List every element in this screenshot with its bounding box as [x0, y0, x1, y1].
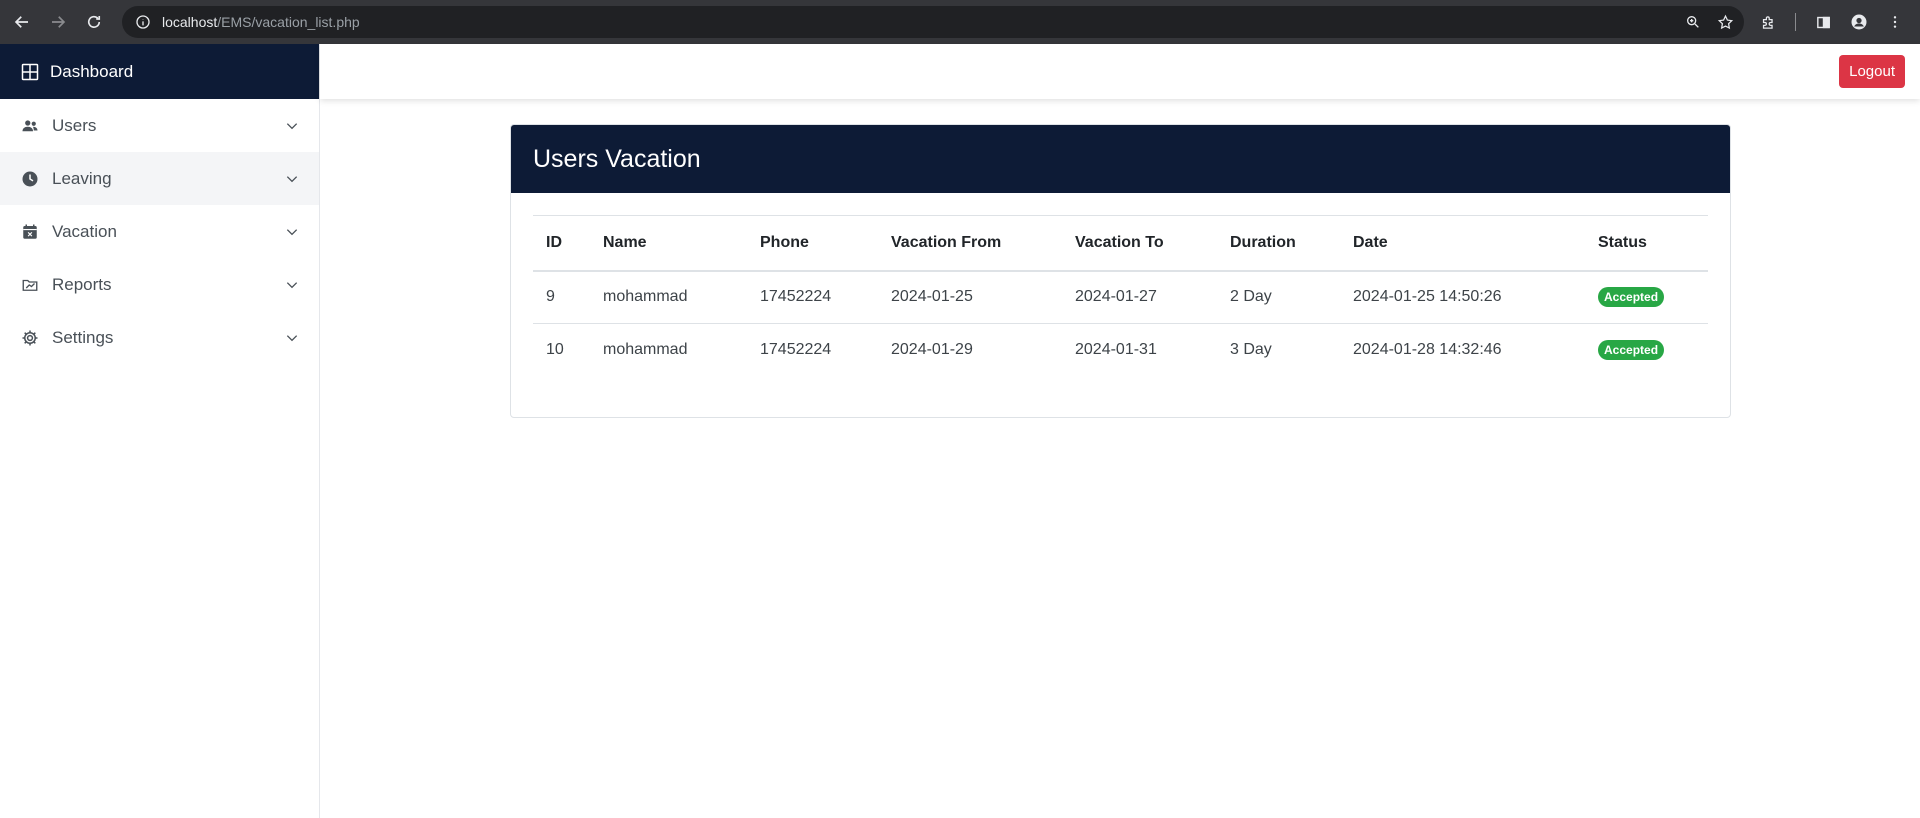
back-button[interactable] — [4, 4, 40, 40]
address-bar[interactable]: localhost/EMS/vacation_list.php — [122, 6, 1744, 38]
browser-menu-icon[interactable] — [1886, 13, 1904, 31]
cell-name: mohammad — [603, 341, 688, 359]
reload-button[interactable] — [76, 4, 112, 40]
sidebar-brand-dashboard[interactable]: Dashboard — [0, 44, 319, 99]
cell-duration: 2 Day — [1217, 270, 1340, 324]
calendar-icon — [20, 222, 40, 242]
column-header-phone: Phone — [747, 215, 878, 272]
users-icon — [20, 116, 40, 136]
dashboard-grid-icon — [20, 62, 40, 82]
extensions-icon[interactable] — [1759, 13, 1777, 31]
column-header-status: Status — [1585, 215, 1708, 272]
sidebar-item-vacation[interactable]: Vacation — [0, 205, 319, 258]
cell-duration: 3 Day — [1230, 341, 1272, 359]
reports-icon — [20, 275, 40, 295]
cell-date: 2024-01-25 14:50:26 — [1340, 270, 1585, 324]
sidebar-item-label: Reports — [52, 274, 112, 294]
url-host: localhost — [162, 14, 218, 30]
chevron-down-icon — [285, 225, 299, 239]
column-header-date: Date — [1340, 215, 1585, 272]
column-header-vacation-to: Vacation To — [1062, 215, 1217, 272]
forward-button[interactable] — [40, 4, 76, 40]
sidebar: Dashboard Users Leaving Vacation Reports… — [0, 44, 320, 818]
table-header-row: ID Name Phone Vacation From Vacation To … — [533, 215, 1708, 272]
clock-icon — [20, 169, 40, 189]
column-header-duration: Duration — [1217, 215, 1340, 272]
sidebar-item-label: Vacation — [52, 221, 117, 241]
cell-vacation-to: 2024-01-27 — [1062, 270, 1217, 324]
sidebar-item-label: Settings — [52, 327, 114, 347]
cell-status: Accepted — [1585, 270, 1708, 324]
chevron-down-icon — [285, 172, 299, 186]
sidebar-item-users[interactable]: Users — [0, 99, 319, 152]
bookmark-star-icon[interactable] — [1716, 13, 1734, 31]
cell-name: mohammad — [590, 270, 747, 324]
logout-button[interactable]: Logout — [1839, 55, 1905, 88]
profile-icon[interactable] — [1850, 13, 1868, 31]
side-panel-icon[interactable] — [1814, 13, 1832, 31]
column-header-id: ID — [533, 215, 590, 272]
url-path: /EMS/vacation_list.php — [217, 14, 360, 30]
cell-phone: 17452224 — [760, 341, 832, 359]
zoom-icon[interactable] — [1684, 13, 1702, 31]
vacation-table: ID Name Phone Vacation From Vacation To … — [533, 215, 1708, 377]
cell-id: 10 — [546, 341, 564, 359]
cell-vacation-from: 2024-01-29 — [891, 341, 973, 359]
gear-icon — [20, 328, 40, 348]
sidebar-item-reports[interactable]: Reports — [0, 258, 319, 311]
brand-label: Dashboard — [50, 61, 134, 81]
cell-id: 9 — [533, 270, 590, 324]
sidebar-item-label: Users — [52, 115, 97, 135]
sidebar-item-label: Leaving — [52, 168, 112, 188]
cell-vacation-to: 2024-01-31 — [1075, 341, 1157, 359]
cell-vacation-from: 2024-01-25 — [878, 270, 1062, 324]
column-header-name: Name — [590, 215, 747, 272]
cell-status: Accepted — [1585, 324, 1708, 377]
top-navbar: Logout — [320, 44, 1920, 99]
cell-phone: 17452224 — [747, 270, 878, 324]
column-header-vacation-from: Vacation From — [878, 215, 1062, 272]
site-info-icon[interactable] — [134, 13, 152, 31]
chevron-down-icon — [285, 278, 299, 292]
card-title: Users Vacation — [511, 125, 1730, 193]
chevron-down-icon — [285, 119, 299, 133]
table-row: 9 mohammad 17452224 2024-01-25 2024-01-2… — [533, 270, 1708, 324]
status-badge: Accepted — [1598, 340, 1665, 361]
vacation-card: Users Vacation ID Name Phone Vacation Fr… — [510, 124, 1731, 418]
sidebar-item-settings[interactable]: Settings — [0, 311, 319, 364]
card-body: ID Name Phone Vacation From Vacation To … — [511, 193, 1730, 377]
url-text: localhost/EMS/vacation_list.php — [162, 14, 360, 30]
table-row: 10 mohammad 17452224 2024-01-29 2024-01-… — [533, 324, 1708, 377]
browser-toolbar: localhost/EMS/vacation_list.php — [0, 0, 1920, 44]
cell-date: 2024-01-28 14:32:46 — [1353, 341, 1502, 359]
chevron-down-icon — [285, 331, 299, 345]
toolbar-divider — [1795, 13, 1796, 31]
sidebar-item-leaving[interactable]: Leaving — [0, 152, 319, 205]
status-badge: Accepted — [1598, 287, 1665, 308]
